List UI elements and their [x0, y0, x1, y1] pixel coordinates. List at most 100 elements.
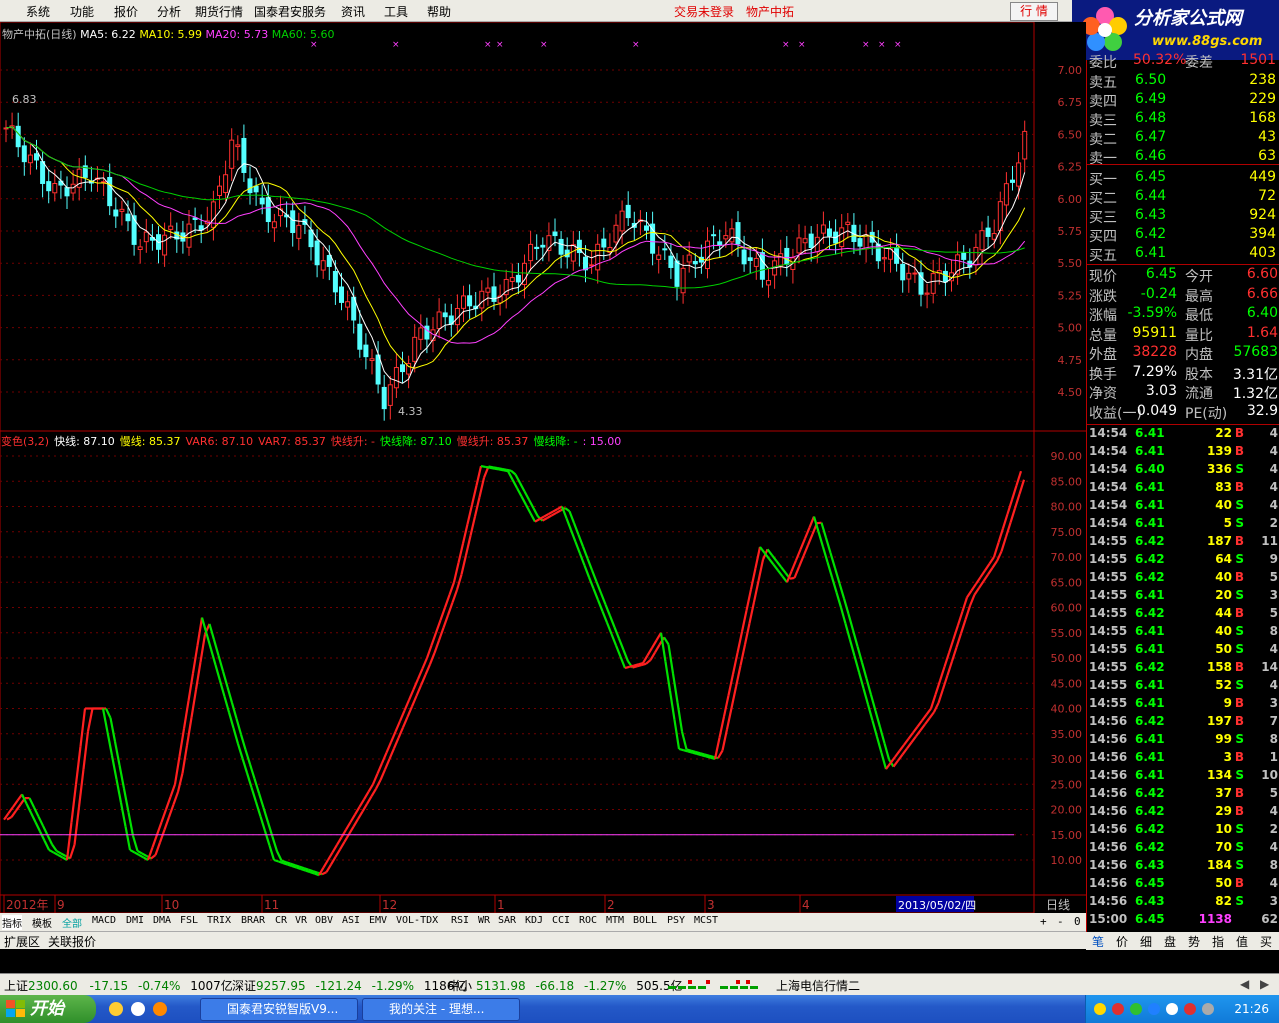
indicator-tab-rsi[interactable]: RSI [451, 915, 469, 926]
menu-analysis[interactable]: 分析 [157, 3, 181, 20]
menu-futures[interactable]: 期货行情 [195, 3, 243, 20]
tick-row[interactable]: 14:56 6.45 50 B 4 [1087, 874, 1279, 892]
indicator-tab-fsl[interactable]: FSL [180, 915, 198, 926]
task-gtja[interactable]: 国泰君安锐智版V9... [200, 998, 358, 1021]
tick-row[interactable]: 14:54 6.41 139 B 4 [1087, 442, 1279, 460]
tick-row[interactable]: 14:54 6.40 336 S 4 [1087, 460, 1279, 478]
indicator-tab-sar[interactable]: SAR [498, 915, 516, 926]
ask-row[interactable]: 卖四 6.49 229 [1087, 91, 1279, 110]
tick-row[interactable]: 14:56 6.41 3 B 1 [1087, 748, 1279, 766]
stat-row[interactable]: 净资 3.03 流通 1.32亿 [1087, 383, 1279, 402]
menu-gtja-service[interactable]: 国泰君安服务 [254, 3, 326, 20]
stat-row[interactable]: 外盘 38228 内盘 57683 [1087, 344, 1279, 363]
tick-row[interactable]: 14:55 6.41 50 S 4 [1087, 640, 1279, 658]
zoom-button[interactable]: 0 [1074, 915, 1081, 928]
indicator-tab-cr[interactable]: CR [275, 915, 287, 926]
tick-row[interactable]: 14:56 6.43 184 S 8 [1087, 856, 1279, 874]
tick-row[interactable]: 14:55 6.42 187 B 11 [1087, 532, 1279, 550]
sme-index[interactable]: 中小 5131.98 -66.18 -1.27% 505.5亿 [448, 977, 683, 994]
indicator-tab-psy[interactable]: PSY [667, 915, 685, 926]
indicator-tab-obv[interactable]: OBV [315, 915, 333, 926]
quote-tab[interactable]: 值 [1236, 933, 1248, 950]
indicator-tab-dmi[interactable]: DMI [126, 915, 144, 926]
tick-row[interactable]: 14:54 6.41 22 B 4 [1087, 424, 1279, 442]
indicator-tab-brar[interactable]: BRAR [241, 915, 265, 926]
tick-row[interactable]: 14:55 6.41 20 S 3 [1087, 586, 1279, 604]
ask-row[interactable]: 卖五 6.50 238 [1087, 72, 1279, 91]
tick-row[interactable]: 14:55 6.41 40 S 8 [1087, 622, 1279, 640]
tick-row[interactable]: 14:56 6.41 99 S 8 [1087, 730, 1279, 748]
stat-row[interactable]: 总量 95911 量比 1.64 [1087, 325, 1279, 344]
scroll-left-icon[interactable]: ◀ [1240, 977, 1249, 991]
quote-tab[interactable]: 细 [1140, 933, 1152, 950]
indicator-tab-dma[interactable]: DMA [153, 915, 171, 926]
start-button[interactable]: 开始 [0, 995, 96, 1023]
tick-row[interactable]: 14:54 6.41 5 S 2 [1087, 514, 1279, 532]
stat-row[interactable]: 涨幅 -3.59% 最低 6.40 [1087, 305, 1279, 324]
indicator-tab-vol-tdx[interactable]: VOL-TDX [396, 915, 438, 926]
quote-tab[interactable]: 指 [1212, 933, 1224, 950]
tick-row[interactable]: 14:56 6.41 134 S 10 [1087, 766, 1279, 784]
indicator-tab-wr[interactable]: WR [478, 915, 490, 926]
tick-row[interactable]: 14:54 6.41 40 S 4 [1087, 496, 1279, 514]
server-name[interactable]: 上海电信行情二 [776, 977, 860, 994]
tick-row[interactable]: 14:54 6.41 83 B 4 [1087, 478, 1279, 496]
tick-row[interactable]: 14:56 6.42 197 B 7 [1087, 712, 1279, 730]
tick-row[interactable]: 14:55 6.42 44 B 5 [1087, 604, 1279, 622]
menu-function[interactable]: 功能 [70, 3, 94, 20]
indicator-tab-asi[interactable]: ASI [342, 915, 360, 926]
tray-icons[interactable] [1092, 1001, 1222, 1017]
stat-row[interactable]: 换手 7.29% 股本 3.31亿 [1087, 364, 1279, 383]
bid-row[interactable]: 买三 6.43 924 [1087, 207, 1279, 226]
quote-tab[interactable]: 势 [1188, 933, 1200, 950]
bid-row[interactable]: 买一 6.45 449 [1087, 169, 1279, 188]
indicator-tab-roc[interactable]: ROC [579, 915, 597, 926]
indicator-tab-模板[interactable]: 模板 [32, 915, 52, 930]
menu-tools[interactable]: 工具 [384, 3, 408, 20]
menu-help[interactable]: 帮助 [427, 3, 451, 20]
chart-area[interactable]: 7.00 6.75 6.50 6.25 6.00 5.75 5.50 5.25 5.00 4.75… [0, 22, 1086, 932]
indicator-tab-mtm[interactable]: MTM [606, 915, 624, 926]
tick-row[interactable]: 14:56 6.42 10 S 2 [1087, 820, 1279, 838]
scroll-right-icon[interactable]: ▶ [1260, 977, 1269, 991]
indicator-tab-trix[interactable]: TRIX [207, 915, 231, 926]
zoom-button[interactable]: - [1057, 915, 1064, 928]
sz-index[interactable]: 深证9257.95 -121.24 -1.29% 1186亿 [232, 977, 466, 994]
indicator-tab-macd[interactable]: MACD [92, 915, 116, 926]
tick-row[interactable]: 14:56 6.42 29 B 4 [1087, 802, 1279, 820]
tick-row[interactable]: 14:56 6.43 82 S 3 [1087, 892, 1279, 910]
login-status[interactable]: 交易未登录 [674, 3, 734, 20]
quote-tab[interactable]: 盘 [1164, 933, 1176, 950]
menu-news[interactable]: 资讯 [341, 3, 365, 20]
indicator-tab-boll[interactable]: BOLL [633, 915, 657, 926]
quote-tab[interactable]: 价 [1116, 933, 1128, 950]
tick-row[interactable]: 14:56 6.42 70 S 4 [1087, 838, 1279, 856]
order-ratio-row[interactable]: 委比 50.32% 委差 1501 [1087, 52, 1279, 71]
stat-row[interactable]: 涨跌 -0.24 最高 6.66 [1087, 286, 1279, 305]
menu-system[interactable]: 系统 [26, 3, 50, 20]
tick-row[interactable]: 14:55 6.42 40 B 5 [1087, 568, 1279, 586]
bid-row[interactable]: 买二 6.44 72 [1087, 188, 1279, 207]
quote-tab[interactable]: 买 [1260, 933, 1272, 950]
menu-quote[interactable]: 报价 [114, 3, 138, 20]
ask-row[interactable]: 卖二 6.47 43 [1087, 129, 1279, 148]
tick-row[interactable]: 14:55 6.42 158 B 14 [1087, 658, 1279, 676]
tick-row[interactable]: 14:55 6.41 9 B 3 [1087, 694, 1279, 712]
bid-row[interactable]: 买四 6.42 394 [1087, 226, 1279, 245]
sh-index[interactable]: 上证2300.60 -17.15 -0.74% 1007亿 [4, 977, 233, 994]
indicator-tab-全部[interactable]: 全部 [62, 915, 82, 930]
tick-row[interactable]: 14:55 6.41 52 S 4 [1087, 676, 1279, 694]
indicator-tab-vr[interactable]: VR [295, 915, 307, 926]
bid-row[interactable]: 买五 6.41 403 [1087, 245, 1279, 264]
indicator-tab-指标[interactable]: 指标 [2, 915, 22, 930]
indicator-tab-mcst[interactable]: MCST [694, 915, 718, 926]
quicklaunch-icons[interactable] [108, 1001, 188, 1017]
tick-row[interactable]: 14:55 6.42 64 S 9 [1087, 550, 1279, 568]
tab-related-quotes[interactable]: 关联报价 [48, 933, 96, 950]
stat-row[interactable]: 现价 6.45 今开 6.60 [1087, 266, 1279, 285]
quote-mode-button[interactable]: 行 情 [1010, 2, 1058, 21]
indicator-tab-kdj[interactable]: KDJ [525, 915, 543, 926]
tick-row[interactable]: 15:00 6.45 1138 62 [1087, 910, 1279, 928]
tick-row[interactable]: 14:56 6.42 37 B 5 [1087, 784, 1279, 802]
indicator-tab-cci[interactable]: CCI [552, 915, 570, 926]
